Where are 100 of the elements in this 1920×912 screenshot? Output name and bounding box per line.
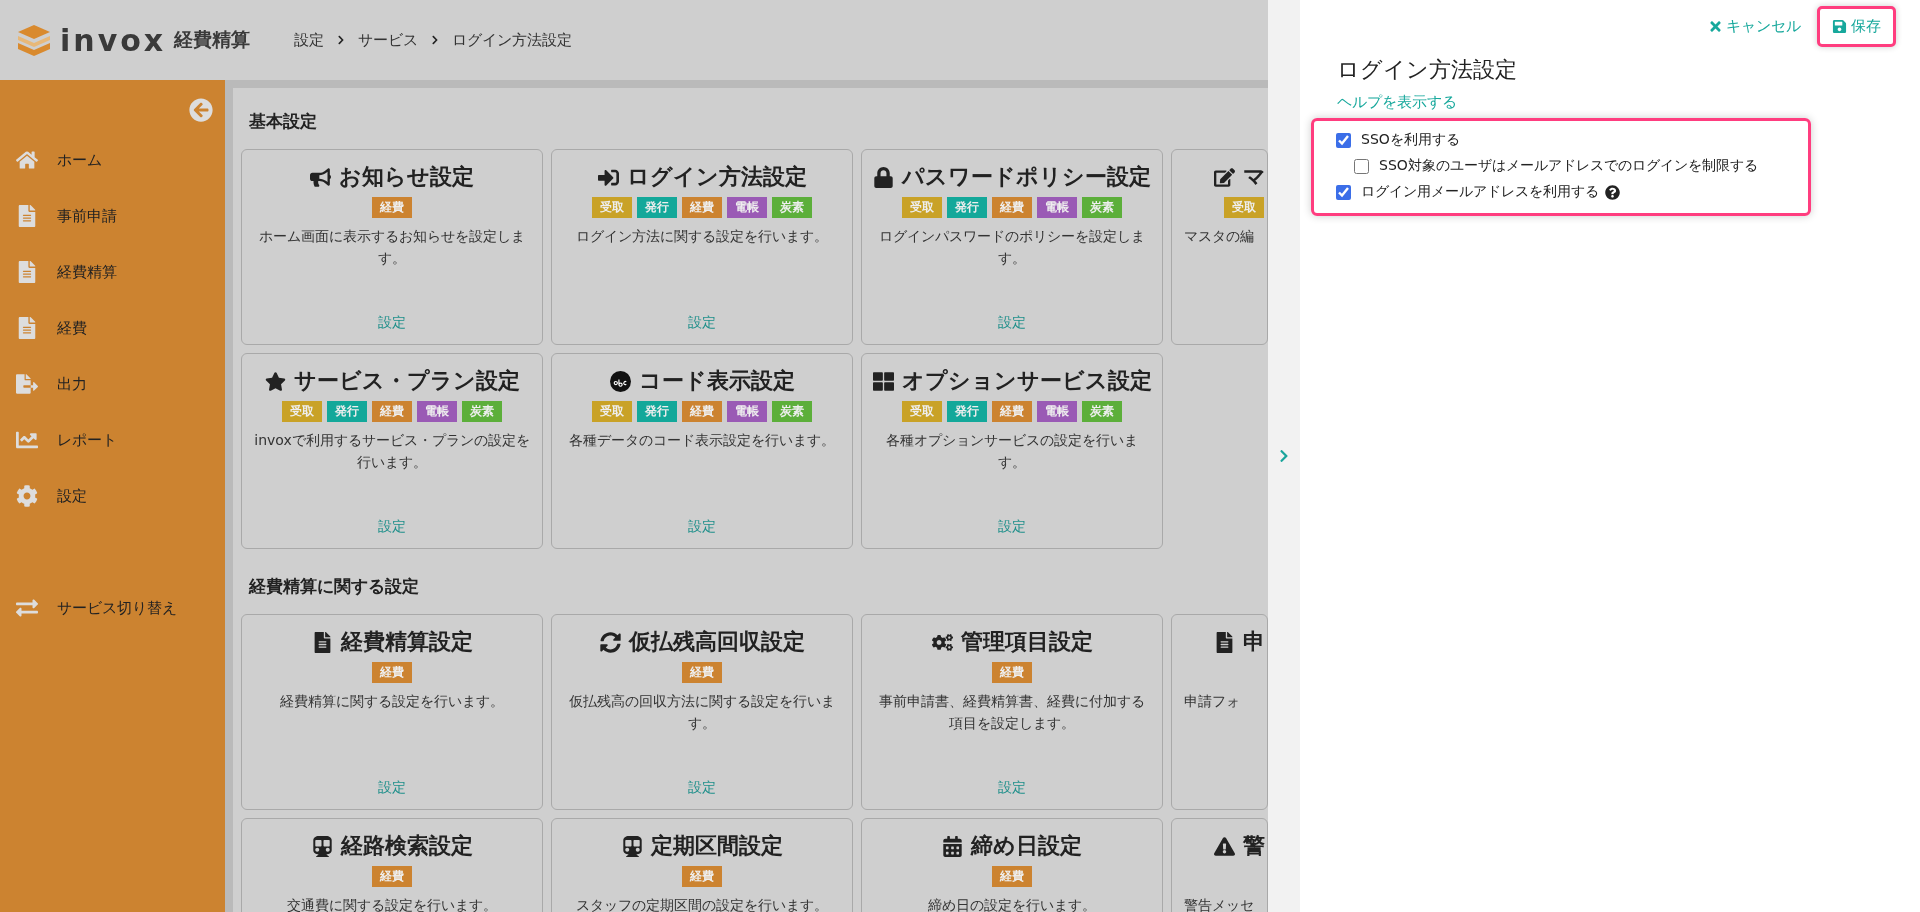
service-tag: 経費 xyxy=(682,866,722,887)
card-description: 仮払残高の回収方法に関する設定を行います。 xyxy=(568,692,836,733)
settings-icon[interactable] xyxy=(15,485,39,507)
checkbox[interactable] xyxy=(1336,132,1351,148)
card-title: ログイン方法設定 xyxy=(626,163,807,191)
service-tag: 経費 xyxy=(992,197,1032,218)
service-tag: 経費 xyxy=(372,197,412,218)
sidebar-item[interactable]: レポート xyxy=(57,430,117,450)
checkbox[interactable] xyxy=(1336,184,1351,200)
sidebar-item[interactable]: 経費精算 xyxy=(57,262,117,282)
card-description: 締め日の設定を行います。 xyxy=(928,896,1096,912)
settings-link[interactable]: 設定 xyxy=(688,779,716,797)
settings-link[interactable]: 設定 xyxy=(688,518,716,536)
checkbox-label: ログイン用メールアドレスを利用する xyxy=(1361,183,1599,201)
service-tag: 発行 xyxy=(637,197,677,218)
sidebar-item[interactable]: 出力 xyxy=(57,374,87,394)
sidebar-item[interactable]: サービス切り替え xyxy=(57,598,177,618)
service-tag: 受取 xyxy=(592,401,632,422)
service-tag: 電帳 xyxy=(727,401,767,422)
card-description: マスタの編 xyxy=(1184,227,1254,246)
service-tag: 受取 xyxy=(1224,197,1264,218)
settings-link[interactable]: 設定 xyxy=(378,314,406,332)
settings-link[interactable]: 設定 xyxy=(998,518,1026,536)
cancel-button[interactable]: キャンセル xyxy=(1702,11,1807,42)
section-title: 基本設定 xyxy=(248,110,318,133)
document-icon xyxy=(1214,631,1235,653)
circle-icon xyxy=(609,370,631,392)
settings-link[interactable]: 設定 xyxy=(998,314,1026,332)
grid-icon xyxy=(872,370,894,392)
chevron-icon xyxy=(430,35,440,45)
card-description: 申請フォ xyxy=(1184,692,1240,711)
service-tag: 炭素 xyxy=(772,401,812,422)
card-description: 各種データのコード表示設定を行います。 xyxy=(569,431,835,450)
card-description: 事前申請書、経費精算書、経費に付加する項目を設定します。 xyxy=(878,692,1146,733)
card-description: ホーム画面に表示するお知らせを設定します。 xyxy=(258,227,526,268)
service-tag: 経費 xyxy=(372,401,412,422)
train-icon xyxy=(311,835,333,857)
settings-link[interactable]: 設定 xyxy=(378,518,406,536)
card-title: マ xyxy=(1243,163,1266,191)
card-description: 各種オプションサービスの設定を行います。 xyxy=(885,431,1139,472)
file-export-icon[interactable] xyxy=(15,373,39,395)
service-tag: 受取 xyxy=(902,401,942,422)
edit-icon xyxy=(1214,166,1235,188)
card-description: 交通費に関する設定を行います。 xyxy=(287,896,497,912)
card-title: お知らせ設定 xyxy=(339,163,474,191)
save-button[interactable]: 保存 xyxy=(1817,6,1896,47)
service-tag: 炭素 xyxy=(1082,401,1122,422)
service-tag: 経費 xyxy=(992,662,1032,683)
card-title: 締め日設定 xyxy=(971,832,1082,860)
settings-link[interactable]: 設定 xyxy=(998,779,1026,797)
settings-link[interactable]: 設定 xyxy=(378,779,406,797)
service-tag: 電帳 xyxy=(727,197,767,218)
card-title: 経路検索設定 xyxy=(340,832,473,860)
service-tag: 経費 xyxy=(682,197,722,218)
service-tag: 発行 xyxy=(327,401,367,422)
sidebar-item[interactable]: ホーム xyxy=(57,150,102,170)
settings-link[interactable]: 設定 xyxy=(688,314,716,332)
chart-icon[interactable] xyxy=(15,429,39,451)
service-tag: 炭素 xyxy=(462,401,502,422)
service-tag: 発行 xyxy=(947,401,987,422)
star-icon xyxy=(264,370,286,392)
product-name: 経費精算 xyxy=(174,27,251,52)
close-icon xyxy=(1708,19,1723,34)
sidebar-item[interactable]: 経費 xyxy=(57,318,87,338)
card-description: invoxで利用するサービス・プランの設定を行います。 xyxy=(254,431,530,472)
section-title: 経費精算に関する設定 xyxy=(247,575,420,598)
breadcrumb-item[interactable]: 設定 xyxy=(294,30,324,50)
chevron-icon xyxy=(336,35,346,45)
service-tag: 経費 xyxy=(372,866,412,887)
checkbox-label: SSOを利用する xyxy=(1361,131,1460,149)
card-title: 警 xyxy=(1243,832,1265,860)
sidebar-item[interactable]: 事前申請 xyxy=(57,206,117,226)
card-description: ログインパスワードのポリシーを設定します。 xyxy=(878,227,1146,268)
service-tag: 受取 xyxy=(282,401,322,422)
save-icon xyxy=(1832,19,1847,34)
service-tag: 受取 xyxy=(902,197,942,218)
lock-icon xyxy=(873,166,894,188)
logo-text: invox xyxy=(60,22,167,58)
card-title: パスワードポリシー設定 xyxy=(902,163,1151,191)
service-tag: 受取 xyxy=(592,197,632,218)
gears-icon xyxy=(931,631,953,653)
help-icon[interactable] xyxy=(1605,184,1620,200)
megaphone-icon xyxy=(310,166,331,188)
service-tag: 経費 xyxy=(992,866,1032,887)
service-tag: 炭素 xyxy=(772,197,812,218)
exchange-icon[interactable] xyxy=(15,597,39,619)
card-title: 管理項目設定 xyxy=(960,628,1093,656)
service-tag: 発行 xyxy=(637,401,677,422)
help-link[interactable]: ヘルプを表示する xyxy=(1337,93,1457,112)
breadcrumb-item[interactable]: サービス xyxy=(358,30,418,50)
calendar-icon xyxy=(942,835,963,857)
service-tag: 電帳 xyxy=(1037,197,1077,218)
collapse-icon[interactable] xyxy=(189,98,213,122)
card-title: 申 xyxy=(1243,628,1265,656)
checkbox[interactable] xyxy=(1354,158,1369,174)
card-description: 警告メッセ xyxy=(1184,896,1254,912)
breadcrumb-item: ログイン方法設定 xyxy=(452,30,572,50)
card-title: 仮払残高回収設定 xyxy=(628,628,805,656)
sidebar-item[interactable]: 設定 xyxy=(57,486,87,506)
home-icon[interactable] xyxy=(15,149,39,171)
